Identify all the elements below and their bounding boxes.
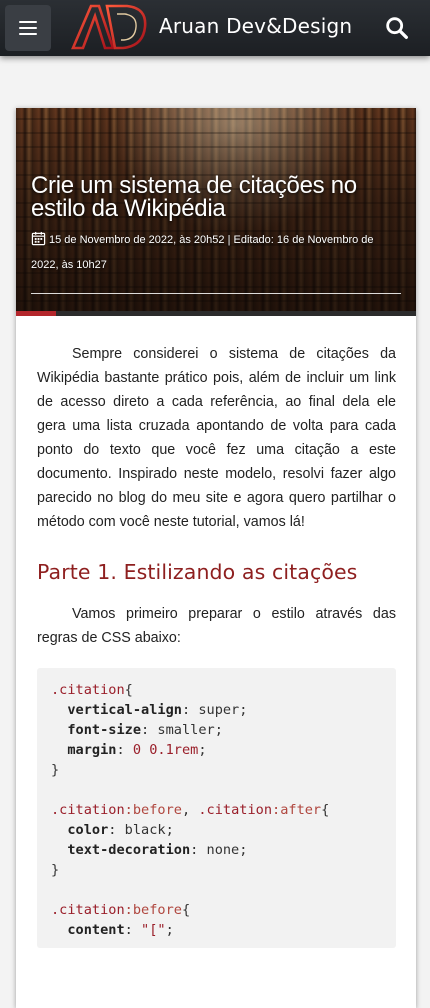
- code-token: .citation: [51, 802, 125, 818]
- code-line: font-size: smaller;: [51, 720, 382, 740]
- code-token: : super;: [181, 702, 248, 718]
- section-paragraph: Vamos primeiro preparar o estilo através…: [37, 606, 396, 646]
- code-token: :: [124, 922, 142, 938]
- article-content: Sempre considerei o sistema de citações …: [16, 316, 416, 948]
- article-date: 15 de Novembro de 2022, às 20h52 | Edita…: [31, 234, 374, 271]
- section-heading: Parte 1. Estilizando as citações: [37, 560, 358, 584]
- reading-progress-bar: [16, 311, 416, 316]
- code-line: .citation:before, .citation:after{: [51, 800, 382, 820]
- code-token: content: [67, 922, 125, 938]
- code-line: color: black;: [51, 820, 382, 840]
- code-token: }: [51, 762, 60, 778]
- site-logo[interactable]: [69, 2, 149, 52]
- code-token: : smaller;: [141, 722, 223, 738]
- reading-progress-fill: [16, 311, 56, 316]
- code-token: margin: [67, 742, 117, 758]
- code-token: :: [116, 742, 133, 758]
- code-token: text-decoration: [67, 842, 191, 858]
- article-hero: Crie um sistema de citações no estilo da…: [16, 108, 416, 316]
- article-meta: 15 de Novembro de 2022, às 20h52 | Edita…: [31, 228, 401, 278]
- code-token: .citation: [51, 682, 125, 698]
- code-token: ;: [198, 742, 207, 758]
- code-token: {: [124, 682, 133, 698]
- top-app-bar: Aruan Dev&Design: [0, 0, 430, 56]
- hero-divider: [31, 293, 401, 294]
- code-token: :after: [272, 802, 322, 818]
- code-line: text-decoration: none;: [51, 840, 382, 860]
- search-icon[interactable]: [383, 14, 411, 42]
- code-token: {: [181, 902, 191, 918]
- code-token: .citation: [51, 902, 125, 918]
- hamburger-icon: [19, 21, 37, 23]
- article-card: Crie um sistema de citações no estilo da…: [16, 108, 416, 1008]
- code-token: color: [67, 822, 109, 838]
- code-token: {: [321, 802, 330, 818]
- code-token: font-size: [67, 722, 142, 738]
- calendar-icon: [31, 231, 46, 246]
- code-token: .citation: [198, 802, 273, 818]
- code-token: }: [51, 862, 60, 878]
- code-token: : black;: [108, 822, 174, 838]
- code-token: :before: [124, 902, 182, 918]
- code-token: 0 0.1rem: [132, 742, 199, 758]
- menu-button[interactable]: [5, 5, 51, 51]
- code-line: }: [51, 860, 382, 880]
- code-token: ;: [165, 922, 174, 938]
- code-token: : none;: [190, 842, 248, 858]
- code-line: }: [51, 760, 382, 780]
- code-line: .citation:before{: [51, 900, 382, 920]
- intro-paragraph: Sempre considerei o sistema de citações …: [37, 346, 396, 530]
- code-line: .citation{: [51, 680, 382, 700]
- code-line: content: "[";: [51, 920, 382, 940]
- article-title: Crie um sistema de citações no estilo da…: [31, 172, 357, 222]
- css-code-block[interactable]: .citation{ vertical-align: super; font-s…: [37, 668, 396, 948]
- code-token: ,: [181, 802, 199, 818]
- code-token: "[": [141, 922, 166, 938]
- code-token: vertical-align: [67, 702, 182, 718]
- site-brand[interactable]: Aruan Dev&Design: [159, 14, 352, 38]
- code-token: :before: [124, 802, 182, 818]
- code-line: margin: 0 0.1rem;: [51, 740, 382, 760]
- code-line: vertical-align: super;: [51, 700, 382, 720]
